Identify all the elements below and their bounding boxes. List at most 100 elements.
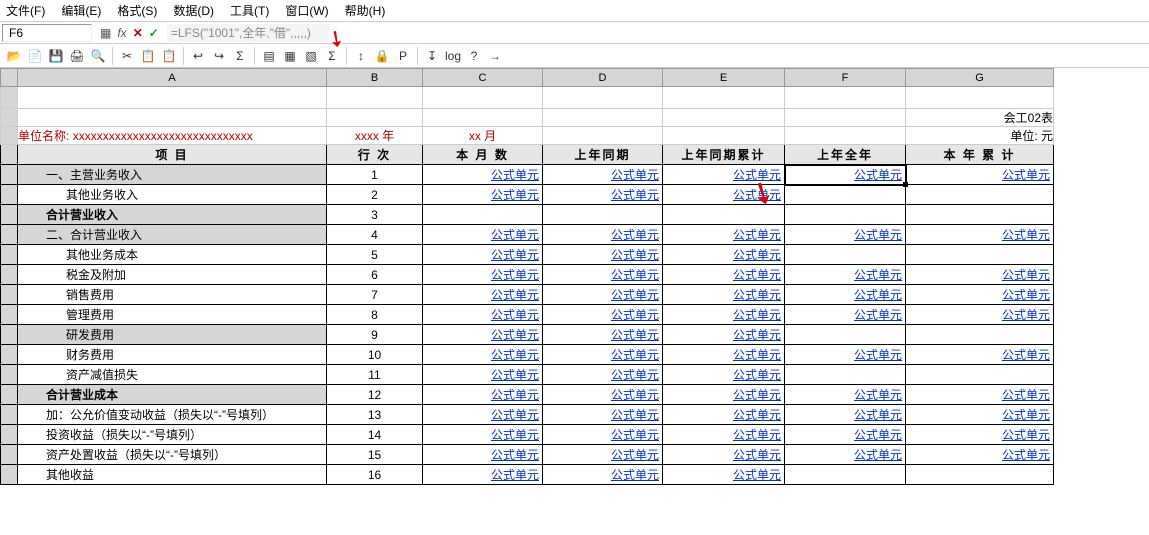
cell[interactable]: 公式单元: [906, 225, 1054, 245]
cell[interactable]: 公式单元: [663, 445, 785, 465]
cell-reference-input[interactable]: [2, 24, 92, 42]
formula-cell-link[interactable]: 公式单元: [426, 286, 539, 303]
row-number[interactable]: 8: [327, 305, 423, 325]
row-item-label[interactable]: 二、合计营业收入: [18, 225, 327, 245]
cell[interactable]: 公式单元: [543, 365, 663, 385]
row-number[interactable]: 10: [327, 345, 423, 365]
cell[interactable]: 公式单元: [906, 285, 1054, 305]
cell[interactable]: 公式单元: [543, 405, 663, 425]
formula-cell-link[interactable]: 公式单元: [546, 466, 659, 483]
cell[interactable]: 公式单元: [785, 425, 906, 445]
formula-cell-link[interactable]: 公式单元: [426, 266, 539, 283]
cell[interactable]: 公式单元: [663, 285, 785, 305]
row-number[interactable]: 12: [327, 385, 423, 405]
toolbar-btn-16[interactable]: 🔒: [372, 46, 392, 66]
cell[interactable]: 公式单元: [423, 265, 543, 285]
formula-cell-link[interactable]: 公式单元: [426, 306, 539, 323]
cell[interactable]: 公式单元: [906, 405, 1054, 425]
formula-cell-link[interactable]: 公式单元: [426, 246, 539, 263]
cell[interactable]: [785, 325, 906, 345]
cell[interactable]: 公式单元: [543, 265, 663, 285]
cell[interactable]: [906, 245, 1054, 265]
toolbar-btn-20[interactable]: ?: [464, 46, 484, 66]
formula-cell-link[interactable]: 公式单元: [909, 266, 1050, 283]
formula-cell-link[interactable]: 公式单元: [426, 386, 539, 403]
cell[interactable]: 公式单元: [663, 385, 785, 405]
cell[interactable]: 公式单元: [906, 305, 1054, 325]
row-number[interactable]: 4: [327, 225, 423, 245]
cell[interactable]: 公式单元: [785, 445, 906, 465]
menu-data[interactable]: 数据(D): [173, 2, 214, 19]
row-item-label[interactable]: 合计营业收入: [18, 205, 327, 225]
row-number[interactable]: 16: [327, 465, 423, 485]
cell[interactable]: [906, 185, 1054, 205]
cell[interactable]: 公式单元: [663, 185, 785, 205]
formula-cell-link[interactable]: 公式单元: [788, 346, 902, 363]
formula-cell-link[interactable]: 公式单元: [909, 166, 1050, 183]
toolbar-btn-0[interactable]: 📂: [4, 46, 24, 66]
cell[interactable]: 公式单元: [543, 445, 663, 465]
sheet-icon[interactable]: ▦: [100, 26, 111, 40]
fx-icon[interactable]: fx: [117, 26, 126, 40]
cell[interactable]: 公式单元: [663, 245, 785, 265]
row-item-label[interactable]: 资产减值损失: [18, 365, 327, 385]
formula-cell-link[interactable]: 公式单元: [546, 326, 659, 343]
toolbar-btn-15[interactable]: ↕: [351, 46, 371, 66]
cell[interactable]: 公式单元: [785, 345, 906, 365]
formula-cell-link[interactable]: 公式单元: [909, 426, 1050, 443]
cell[interactable]: [906, 465, 1054, 485]
formula-cell-link[interactable]: 公式单元: [666, 166, 781, 183]
cell[interactable]: 公式单元: [785, 305, 906, 325]
formula-cell-link[interactable]: 公式单元: [788, 166, 902, 183]
row-item-label[interactable]: 合计营业成本: [18, 385, 327, 405]
formula-cell-link[interactable]: 公式单元: [788, 426, 902, 443]
formula-cell-link[interactable]: 公式单元: [788, 406, 902, 423]
row-number[interactable]: 14: [327, 425, 423, 445]
toolbar-btn-14[interactable]: Σ: [322, 46, 342, 66]
toolbar-btn-8[interactable]: ↩: [188, 46, 208, 66]
cell[interactable]: 公式单元: [423, 285, 543, 305]
row-number[interactable]: 15: [327, 445, 423, 465]
formula-cell-link[interactable]: 公式单元: [426, 326, 539, 343]
formula-cell-link[interactable]: 公式单元: [666, 266, 781, 283]
cell[interactable]: [423, 205, 543, 225]
cancel-icon[interactable]: ✕: [133, 26, 143, 40]
formula-cell-link[interactable]: 公式单元: [546, 186, 659, 203]
row-item-label[interactable]: 其他业务成本: [18, 245, 327, 265]
col-header-F[interactable]: F: [785, 69, 906, 87]
toolbar-btn-10[interactable]: Σ: [230, 46, 250, 66]
spreadsheet[interactable]: A B C D E F G 会工02表 单位名称: xxxxxxxxxxxxxx…: [0, 68, 1054, 485]
cell[interactable]: 公式单元: [663, 325, 785, 345]
menu-tool[interactable]: 工具(T): [230, 2, 269, 19]
formula-cell-link[interactable]: 公式单元: [666, 346, 781, 363]
cell[interactable]: 公式单元: [543, 225, 663, 245]
cell[interactable]: 公式单元: [663, 165, 785, 185]
formula-cell-link[interactable]: 公式单元: [788, 386, 902, 403]
row-number[interactable]: 6: [327, 265, 423, 285]
cell[interactable]: 公式单元: [906, 425, 1054, 445]
formula-cell-link[interactable]: 公式单元: [426, 466, 539, 483]
formula-cell-link[interactable]: 公式单元: [546, 426, 659, 443]
row-item-label[interactable]: 研发费用: [18, 325, 327, 345]
formula-cell-link[interactable]: 公式单元: [909, 286, 1050, 303]
cell[interactable]: [906, 205, 1054, 225]
formula-cell-link[interactable]: 公式单元: [426, 166, 539, 183]
cell[interactable]: 公式单元: [906, 345, 1054, 365]
cell[interactable]: 公式单元: [663, 345, 785, 365]
formula-cell-link[interactable]: 公式单元: [546, 366, 659, 383]
cell[interactable]: 公式单元: [663, 425, 785, 445]
formula-cell-link[interactable]: 公式单元: [666, 246, 781, 263]
formula-cell-link[interactable]: 公式单元: [788, 306, 902, 323]
formula-cell-link[interactable]: 公式单元: [666, 466, 781, 483]
row-item-label[interactable]: 销售费用: [18, 285, 327, 305]
select-all-corner[interactable]: [1, 69, 18, 87]
toolbar-btn-13[interactable]: ▧: [301, 46, 321, 66]
formula-cell-link[interactable]: 公式单元: [666, 186, 781, 203]
col-header-C[interactable]: C: [423, 69, 543, 87]
toolbar-btn-12[interactable]: ▦: [280, 46, 300, 66]
cell[interactable]: [906, 365, 1054, 385]
cell[interactable]: 公式单元: [906, 265, 1054, 285]
row-number[interactable]: 11: [327, 365, 423, 385]
toolbar-btn-6[interactable]: 📋: [138, 46, 158, 66]
cell[interactable]: 公式单元: [423, 185, 543, 205]
